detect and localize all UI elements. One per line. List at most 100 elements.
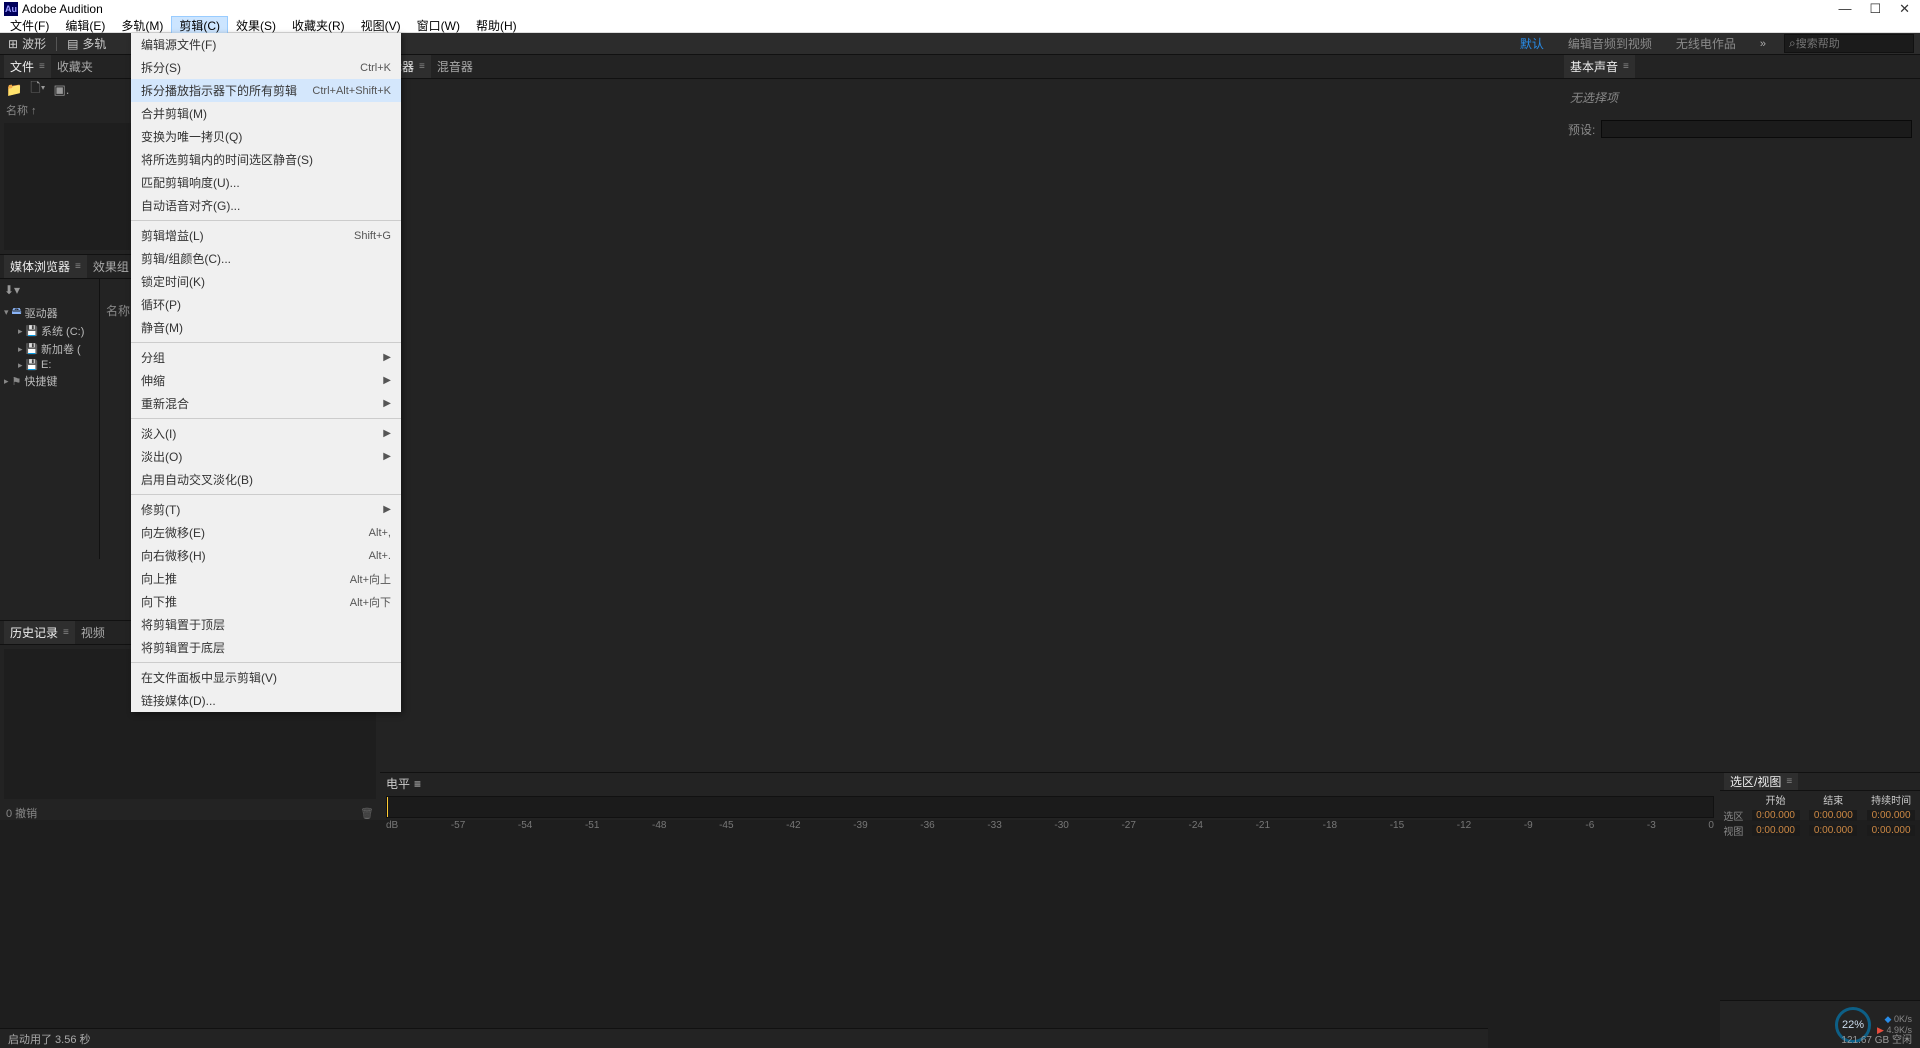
selection-view-panel: 选区/视图≡ 开始结束持续时间 选区 0:00.000 0:00.000 0:00.0… [1720, 772, 1920, 820]
menu-item[interactable]: 循环(P) [131, 293, 401, 316]
menu-item[interactable]: 剪辑/组颜色(C)... [131, 247, 401, 270]
col-start: 开始 [1747, 791, 1805, 808]
panel-menu-icon[interactable]: ≡ [414, 777, 421, 791]
import-icon[interactable]: ⬇▾ [4, 283, 20, 297]
preset-label: 预设: [1568, 121, 1595, 138]
close-button[interactable]: ✕ [1899, 1, 1910, 17]
selection-view-tab[interactable]: 选区/视图≡ [1724, 773, 1798, 790]
menu-item[interactable]: 伸缩▶ [131, 369, 401, 392]
menu-帮助[interactable]: 帮助(H) [468, 17, 525, 34]
open-file-icon[interactable]: 📁 [6, 82, 22, 98]
menu-剪辑[interactable]: 剪辑(C) [171, 16, 228, 35]
multitrack-label: 多轨 [82, 35, 106, 52]
panel-menu-icon[interactable]: ≡ [1786, 776, 1792, 787]
panel-menu-icon[interactable]: ≡ [419, 61, 425, 72]
effects-rack-tab[interactable]: 效果组 [87, 255, 135, 278]
panel-menu-icon[interactable]: ≡ [75, 261, 81, 272]
minimize-button[interactable]: — [1838, 1, 1851, 17]
waveform-icon: ⊞ [8, 37, 18, 51]
menu-item[interactable]: 向右微移(H)Alt+. [131, 544, 401, 567]
levels-label: 电平 [386, 775, 410, 792]
menu-item[interactable]: 淡入(I)▶ [131, 422, 401, 445]
menu-item[interactable]: 向上推Alt+向上 [131, 567, 401, 590]
help-search[interactable]: ⌕ [1784, 34, 1914, 53]
new-audio-icon[interactable]: 🗋▾ [30, 79, 45, 101]
menu-item[interactable]: 将剪辑置于底层 [131, 636, 401, 659]
tree-shortcuts[interactable]: ▸⚑快捷键 [4, 372, 95, 390]
window-controls: — ☐ ✕ [1838, 1, 1916, 17]
video-tab[interactable]: 视频 [75, 621, 111, 644]
tree-e-drive[interactable]: ▸💾E: [4, 358, 95, 372]
view-dur[interactable]: 0:00.000 [1867, 825, 1915, 836]
row-view-label: 视图 [1720, 823, 1747, 838]
tree-system-c[interactable]: ▸💾系统 (C:) [4, 322, 95, 340]
menu-item[interactable]: 匹配剪辑响度(U)... [131, 171, 401, 194]
menu-效果[interactable]: 效果(S) [228, 17, 284, 34]
media-browser-tab[interactable]: 媒体浏览器≡ [4, 255, 87, 278]
menu-item[interactable]: 向左微移(E)Alt+, [131, 521, 401, 544]
favorites-tab[interactable]: 收藏夹 [51, 55, 99, 78]
files-tab[interactable]: 文件≡ [4, 55, 51, 78]
menu-视图[interactable]: 视图(V) [353, 17, 409, 34]
menu-item[interactable]: 编辑源文件(F) [131, 33, 401, 56]
menu-item[interactable]: 链接媒体(D)... [131, 689, 401, 712]
multitrack-view-button[interactable]: ▤ 多轨 [59, 33, 114, 54]
help-search-input[interactable] [1796, 38, 1896, 50]
sel-end[interactable]: 0:00.000 [1809, 810, 1857, 821]
menu-item[interactable]: 自动语音对齐(G)... [131, 194, 401, 217]
workspace-overflow[interactable]: » [1754, 38, 1772, 50]
menu-item[interactable]: 将剪辑置于顶层 [131, 613, 401, 636]
sel-dur[interactable]: 0:00.000 [1867, 810, 1915, 821]
db-scale: dB-57-54-51-48-45-42-39-36-33-30-27-24-2… [380, 820, 1720, 831]
menu-item[interactable]: 重新混合▶ [131, 392, 401, 415]
col-end: 结束 [1804, 791, 1862, 808]
menu-item[interactable]: 变换为唯一拷贝(Q) [131, 125, 401, 148]
menu-item[interactable]: 锁定时间(K) [131, 270, 401, 293]
tree-drives[interactable]: ▾🖴驱动器 [4, 303, 95, 322]
drive-tree: ▾🖴驱动器 ▸💾系统 (C:) ▸💾新加卷 ( ▸💾E: ▸⚑快捷键 [0, 301, 99, 392]
preset-dropdown[interactable] [1601, 120, 1912, 138]
menu-item[interactable]: 向下推Alt+向下 [131, 590, 401, 613]
history-tab[interactable]: 历史记录≡ [4, 621, 75, 644]
workspace-default[interactable]: 默认 [1514, 35, 1550, 52]
menu-item[interactable]: 合并剪辑(M) [131, 102, 401, 125]
menu-item[interactable]: 剪辑增益(L)Shift+G [131, 224, 401, 247]
undo-count: 0 撤销 [6, 805, 37, 821]
menu-编辑[interactable]: 编辑(E) [57, 17, 113, 34]
menu-item[interactable]: 淡出(O)▶ [131, 445, 401, 468]
menu-item[interactable]: 拆分(S)Ctrl+K [131, 56, 401, 79]
mixer-tab[interactable]: 混音器 [431, 55, 479, 78]
view-start[interactable]: 0:00.000 [1752, 825, 1800, 836]
row-selection-label: 选区 [1720, 808, 1747, 823]
panel-menu-icon[interactable]: ≡ [63, 627, 69, 638]
menu-item[interactable]: 将所选剪辑内的时间选区静音(S) [131, 148, 401, 171]
menu-item[interactable]: 静音(M) [131, 316, 401, 339]
workspace-radio[interactable]: 无线电作品 [1670, 35, 1742, 52]
view-end[interactable]: 0:00.000 [1809, 825, 1857, 836]
trash-icon[interactable]: 🗑 [360, 807, 374, 820]
menu-多轨[interactable]: 多轨(M) [113, 17, 171, 34]
divider [56, 37, 57, 51]
tree-new-volume[interactable]: ▸💾新加卷 ( [4, 340, 95, 358]
workspace-switcher: 默认 编辑音频到视频 无线电作品 » ⌕ [1514, 34, 1920, 53]
workspace-edit-audio-video[interactable]: 编辑音频到视频 [1562, 35, 1658, 52]
sel-start[interactable]: 0:00.000 [1752, 810, 1800, 821]
maximize-button[interactable]: ☐ [1869, 1, 1881, 17]
menu-item[interactable]: 在文件面板中显示剪辑(V) [131, 666, 401, 689]
search-icon: ⌕ [1789, 36, 1796, 51]
menu-文件[interactable]: 文件(F) [2, 17, 57, 34]
status-bar: 启动用了 3.56 秒 [0, 1028, 1488, 1048]
menu-item[interactable]: 修剪(T)▶ [131, 498, 401, 521]
waveform-view-button[interactable]: ⊞ 波形 [0, 33, 54, 54]
levels-panel: 电平≡ dB-57-54-51-48-45-42-39-36-33-30-27-… [380, 772, 1720, 820]
menu-收藏夹[interactable]: 收藏夹(R) [284, 17, 353, 34]
panel-menu-icon[interactable]: ≡ [39, 61, 45, 72]
col-duration: 持续时间 [1862, 791, 1920, 808]
essential-sound-tab[interactable]: 基本声音≡ [1564, 55, 1635, 78]
menu-窗口[interactable]: 窗口(W) [409, 17, 468, 34]
menu-item[interactable]: 拆分播放指示器下的所有剪辑Ctrl+Alt+Shift+K [131, 79, 401, 102]
menu-item[interactable]: 启用自动交叉淡化(B) [131, 468, 401, 491]
menu-item[interactable]: 分组▶ [131, 346, 401, 369]
new-multitrack-icon[interactable]: ▣. [53, 82, 69, 98]
panel-menu-icon[interactable]: ≡ [1623, 61, 1629, 72]
